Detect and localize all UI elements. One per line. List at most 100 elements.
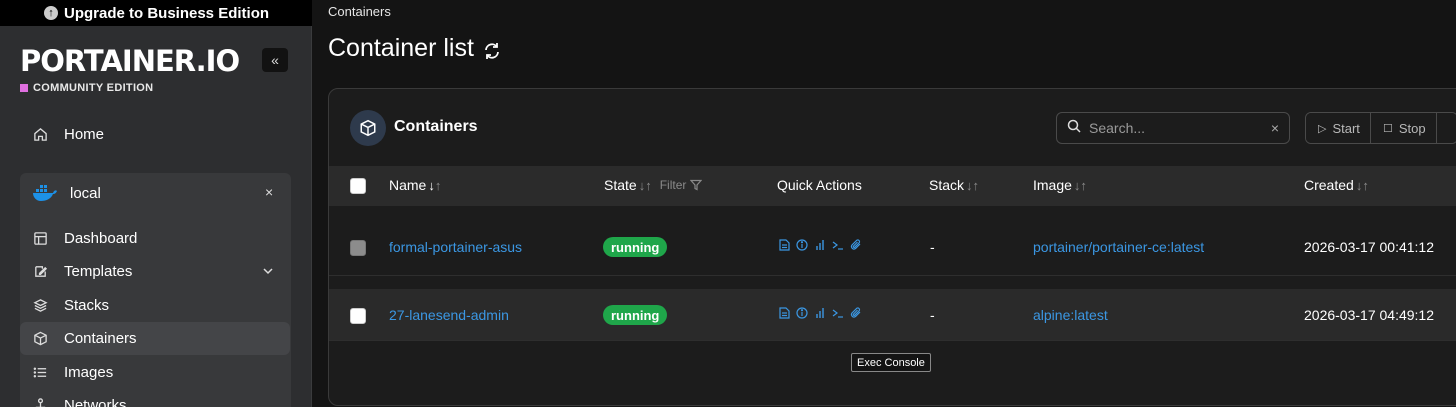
sidebar-item-containers[interactable]: Containers — [20, 322, 290, 355]
column-label: Stack — [929, 177, 965, 193]
sidebar-item-stacks[interactable]: Stacks — [20, 289, 290, 322]
upgrade-banner[interactable]: ↑ Upgrade to Business Edition — [0, 0, 312, 26]
sort-icon: ↓↑ — [1355, 177, 1369, 193]
state-filter[interactable]: Filter — [660, 178, 703, 192]
sidebar-item-networks[interactable]: Networks — [20, 389, 290, 407]
table-row: 27-lanesend-admin running - alpine:lates… — [329, 289, 1456, 341]
sidebar-item-label: Templates — [64, 263, 133, 280]
attach-icon[interactable] — [850, 239, 862, 251]
filter-icon — [690, 179, 703, 191]
column-header-stack[interactable]: Stack ↓↑ — [929, 177, 979, 193]
sort-icon: ↓↑ — [638, 177, 652, 193]
exec-console-tooltip: Exec Console — [851, 353, 931, 372]
arrow-up-circle-icon: ↑ — [44, 6, 58, 20]
console-icon[interactable] — [832, 307, 844, 319]
created-value: 2026-03-17 04:49:12 — [1304, 307, 1434, 323]
container-name-link[interactable]: 27-lanesend-admin — [389, 307, 509, 323]
play-icon: ▷ — [1318, 122, 1327, 135]
stop-button[interactable]: ☐ Stop — [1370, 113, 1437, 143]
logs-icon[interactable] — [778, 307, 790, 319]
column-header-created[interactable]: Created ↓↑ — [1304, 177, 1369, 193]
upgrade-label: Upgrade to Business Edition — [64, 4, 270, 22]
dashboard-icon — [32, 231, 48, 247]
row-checkbox[interactable] — [350, 240, 366, 256]
collapse-sidebar-button[interactable]: « — [262, 48, 288, 72]
sidebar-item-label: Images — [64, 364, 114, 381]
edition-square-icon — [20, 84, 28, 92]
close-environment-icon[interactable]: × — [265, 184, 273, 200]
images-icon — [32, 365, 48, 381]
column-label: Quick Actions — [777, 177, 862, 193]
more-actions-button[interactable] — [1436, 113, 1456, 143]
sort-icon: ↓↑ — [966, 177, 980, 193]
edition-label: COMMUNITY EDITION — [20, 82, 153, 94]
stop-label: Stop — [1398, 120, 1426, 136]
column-header-quick-actions: Quick Actions — [777, 177, 862, 193]
app-root: ↑ Upgrade to Business Edition PORTAINER.… — [0, 0, 1456, 407]
breadcrumb: Containers — [328, 4, 391, 19]
created-value: 2026-03-17 00:41:12 — [1304, 239, 1434, 255]
main-content: Containers Container list Containers Sea… — [313, 0, 1456, 407]
status-badge: running — [603, 305, 668, 325]
refresh-icon[interactable] — [482, 39, 502, 59]
sidebar-item-templates[interactable]: Templates — [20, 255, 290, 288]
search-icon — [1067, 119, 1081, 138]
quick-actions — [778, 307, 862, 319]
clear-search-icon[interactable]: × — [1271, 120, 1279, 136]
sidebar-item-label: Networks — [64, 397, 127, 407]
column-label: Image — [1033, 177, 1072, 193]
select-all-checkbox[interactable] — [350, 178, 366, 194]
column-header-image[interactable]: Image ↓↑ — [1033, 177, 1087, 193]
sidebar-item-dashboard[interactable]: Dashboard — [20, 222, 290, 255]
stack-value: - — [930, 307, 935, 323]
edition-text: COMMUNITY EDITION — [33, 82, 154, 94]
sort-icon: ↓↑ — [1073, 177, 1087, 193]
page-title: Container list — [328, 34, 502, 63]
environment-header[interactable]: local — [20, 176, 290, 210]
column-label: Created — [1304, 177, 1354, 193]
image-link[interactable]: portainer/portainer-ce:latest — [1033, 239, 1204, 255]
home-icon — [32, 127, 48, 143]
sidebar-item-label: Stacks — [64, 297, 110, 314]
console-icon[interactable] — [832, 239, 844, 251]
chevron-down-icon[interactable] — [262, 264, 274, 281]
column-label: State — [604, 177, 637, 193]
templates-icon — [32, 264, 48, 280]
column-header-name[interactable]: Name ↓↑ — [389, 177, 441, 193]
filter-label: Filter — [659, 178, 687, 192]
image-link[interactable]: alpine:latest — [1033, 307, 1108, 323]
search-placeholder: Search... — [1089, 120, 1146, 136]
networks-icon — [32, 398, 48, 407]
sort-icon: ↓↑ — [428, 177, 442, 193]
start-label: Start — [1332, 120, 1360, 136]
column-label: Name — [389, 177, 427, 193]
sidebar-item-label: Containers — [64, 330, 137, 347]
containers-widget-icon — [350, 110, 386, 146]
search-input[interactable]: Search... × — [1056, 112, 1290, 144]
container-name-link[interactable]: formal-portainer-asus — [389, 239, 522, 255]
inspect-icon[interactable] — [796, 239, 808, 251]
table-row: formal-portainer-asus running - portaine… — [329, 206, 1456, 276]
stats-icon[interactable] — [814, 307, 826, 319]
row-checkbox[interactable] — [350, 308, 366, 324]
stacks-icon — [32, 298, 48, 314]
inspect-icon[interactable] — [796, 307, 808, 319]
sidebar: ↑ Upgrade to Business Edition PORTAINER.… — [0, 0, 312, 407]
sidebar-item-images[interactable]: Images — [20, 356, 290, 389]
attach-icon[interactable] — [850, 307, 862, 319]
stats-icon[interactable] — [814, 239, 826, 251]
stack-value: - — [930, 239, 935, 255]
containers-widget: Containers Search... × ▷ Start ☐ Stop Na… — [328, 88, 1456, 406]
sidebar-item-label: Home — [64, 126, 105, 143]
column-header-state[interactable]: State ↓↑ Filter — [604, 177, 703, 193]
sidebar-item-home[interactable]: Home — [20, 118, 290, 151]
widget-title: Containers — [394, 118, 478, 135]
start-button[interactable]: ▷ Start — [1306, 113, 1371, 143]
page-title-text: Container list — [328, 34, 474, 62]
portainer-logo[interactable]: PORTAINER.IO — [20, 44, 240, 78]
quick-actions — [778, 239, 862, 251]
container-actions: ▷ Start ☐ Stop — [1305, 112, 1456, 144]
sidebar-item-label: Dashboard — [64, 230, 138, 247]
docker-icon — [32, 184, 58, 202]
logs-icon[interactable] — [778, 239, 790, 251]
